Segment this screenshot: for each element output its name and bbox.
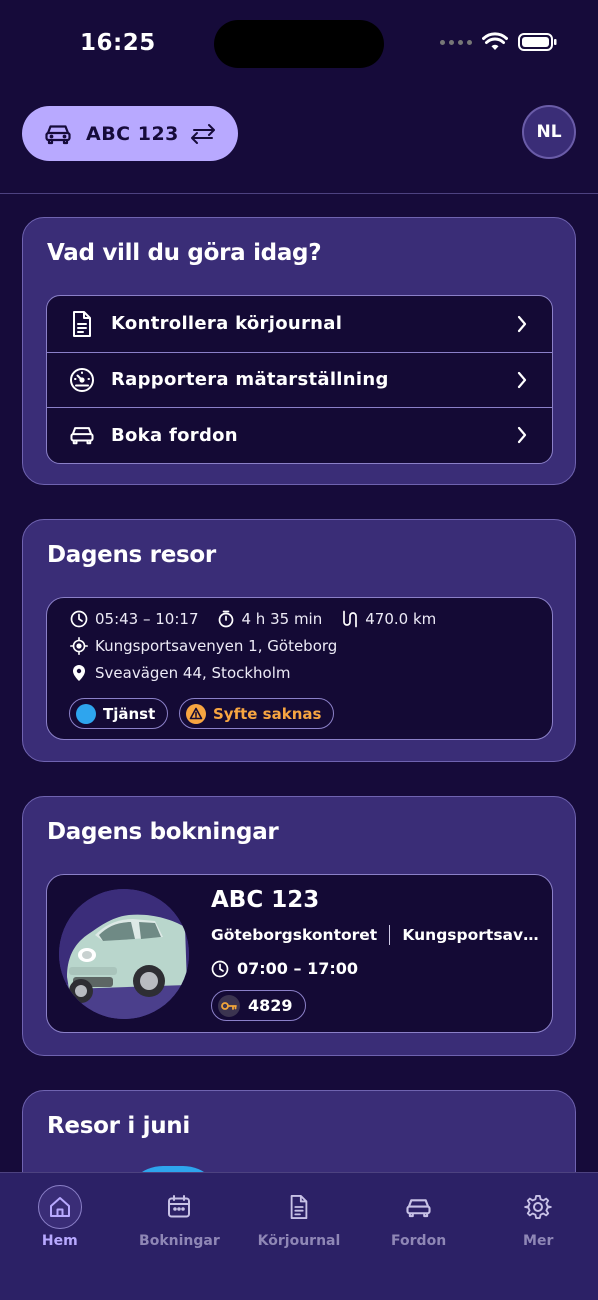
- trip-summary: 05:43 – 10:17 4 h 35 min 470.0 km: [70, 610, 436, 628]
- quick-actions-card: Vad vill du göra idag? Kontrollera körjo…: [22, 217, 576, 485]
- clock-icon: [211, 960, 229, 977]
- status-icons: [440, 32, 558, 52]
- key-code-badge: 4829: [211, 990, 306, 1021]
- car-image: [59, 889, 189, 1019]
- quick-actions-title: Vad vill du göra idag?: [47, 240, 322, 266]
- key-code: 4829: [248, 996, 293, 1015]
- vehicle-plate: ABC 123: [86, 122, 179, 145]
- clock-icon: [70, 610, 88, 628]
- action-check-logbook[interactable]: Kontrollera körjournal: [47, 296, 552, 352]
- location-pin-icon: [73, 665, 85, 681]
- tab-home[interactable]: Hem: [0, 1173, 120, 1273]
- tag-service[interactable]: Tjänst: [69, 698, 169, 729]
- booking-item[interactable]: ABC 123 Göteborgskontoret Kungsportsaven…: [46, 874, 553, 1033]
- swap-arrows-icon: [191, 123, 215, 144]
- trip-to: Sveavägen 44, Stockholm: [95, 664, 291, 682]
- booking-plate: ABC 123: [211, 887, 320, 913]
- vehicle-switcher-button[interactable]: ABC 123: [22, 106, 238, 161]
- trip-time-range: 05:43 – 10:17: [95, 610, 199, 628]
- tab-vehicles[interactable]: Fordon: [359, 1173, 479, 1273]
- document-icon: [277, 1185, 321, 1229]
- calendar-icon: [157, 1185, 201, 1229]
- booking-time: 07:00 – 17:00: [211, 959, 358, 978]
- wifi-icon: [482, 32, 508, 50]
- chevron-right-icon: [517, 315, 527, 332]
- gear-icon: [516, 1185, 560, 1229]
- chevron-right-icon: [517, 427, 527, 444]
- action-report-odometer[interactable]: Rapportera mätarställning: [47, 351, 552, 408]
- trip-destination: Sveavägen 44, Stockholm: [70, 664, 291, 682]
- trip-item[interactable]: 05:43 – 10:17 4 h 35 min 470.0 km Kungsp…: [46, 597, 553, 740]
- action-label: Boka fordon: [111, 424, 238, 446]
- car-icon: [397, 1185, 441, 1229]
- tab-bar: Hem Bokningar Körjournal Fordon Mer: [0, 1172, 598, 1300]
- tab-bookings[interactable]: Bokningar: [120, 1173, 240, 1273]
- trip-origin: Kungsportsavenyen 1, Göteborg: [70, 637, 337, 655]
- trip-distance: 470.0 km: [365, 610, 437, 628]
- tag-purpose-missing[interactable]: Syfte saknas: [179, 698, 335, 729]
- status-bar: 16:25: [0, 0, 598, 90]
- battery-icon: [518, 33, 557, 51]
- tag-label: Tjänst: [103, 704, 156, 723]
- action-label: Rapportera mätarställning: [111, 369, 389, 391]
- todays-trips-title: Dagens resor: [47, 542, 216, 568]
- signal-icon: [440, 39, 472, 45]
- status-time: 16:25: [80, 30, 156, 56]
- booking-time-range: 07:00 – 17:00: [237, 959, 358, 978]
- user-initials: NL: [536, 122, 562, 142]
- car-icon: [70, 427, 94, 445]
- action-label: Kontrollera körjournal: [111, 313, 343, 335]
- tab-logbook[interactable]: Körjournal: [239, 1173, 359, 1273]
- tab-label: Fordon: [391, 1233, 447, 1249]
- todays-bookings-card: Dagens bokningar ABC 123 Göteborgskontor…: [22, 796, 576, 1056]
- action-book-vehicle[interactable]: Boka fordon: [47, 407, 552, 463]
- target-icon: [70, 637, 88, 655]
- car-icon: [45, 124, 71, 144]
- home-icon: [37, 1185, 82, 1229]
- tab-label: Körjournal: [257, 1233, 341, 1249]
- quick-actions-list: Kontrollera körjournal Rapportera mätars…: [46, 295, 553, 464]
- header-divider: [0, 193, 598, 194]
- tab-label: Mer: [523, 1233, 554, 1249]
- booking-location-secondary: Kungsportsavenyen: [402, 926, 541, 944]
- service-dot-icon: [76, 703, 96, 724]
- location-divider: [389, 925, 391, 945]
- tab-label: Hem: [41, 1233, 78, 1249]
- stopwatch-icon: [218, 610, 233, 628]
- dynamic-island: [214, 20, 384, 68]
- trip-from: Kungsportsavenyen 1, Göteborg: [95, 637, 338, 655]
- tab-more[interactable]: Mer: [478, 1173, 598, 1273]
- chevron-right-icon: [517, 371, 527, 388]
- todays-bookings-title: Dagens bokningar: [47, 819, 279, 845]
- key-icon: [218, 994, 240, 1017]
- document-icon: [73, 310, 91, 337]
- tab-label: Bokningar: [139, 1233, 220, 1249]
- route-icon: [343, 610, 358, 628]
- trip-duration: 4 h 35 min: [241, 610, 323, 628]
- gauge-icon: [70, 367, 94, 392]
- warning-icon: [186, 703, 206, 724]
- booking-location-primary: Göteborgskontoret: [211, 926, 378, 944]
- booking-location: Göteborgskontoret Kungsportsavenyen: [211, 925, 541, 945]
- monthly-trips-title: Resor i juni: [47, 1113, 190, 1139]
- user-avatar[interactable]: NL: [522, 105, 576, 159]
- tag-label: Syfte saknas: [213, 704, 322, 723]
- todays-trips-card: Dagens resor 05:43 – 10:17 4 h 35 min 47…: [22, 519, 576, 762]
